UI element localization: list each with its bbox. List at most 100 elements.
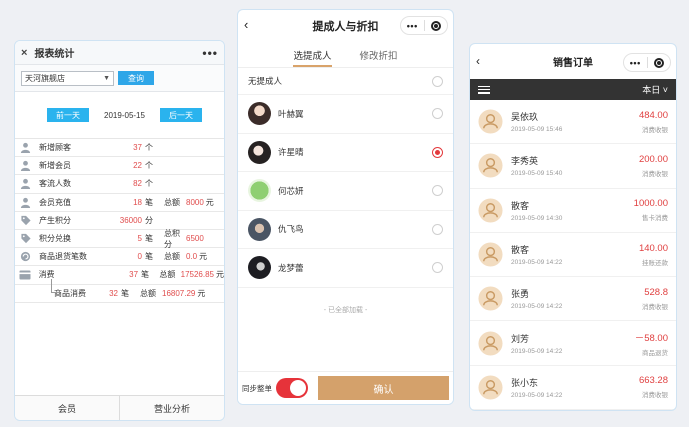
order-item[interactable]: 张小东 2019-05-09 14:22 663.28 消费收银 — [470, 366, 676, 410]
order-amount: －58.00 — [634, 332, 668, 344]
stat-value: 5 — [137, 234, 142, 244]
tab-modify-discount[interactable]: 修改折扣 — [360, 42, 398, 67]
order-type: 消费收银 — [642, 392, 668, 400]
close-target-icon[interactable] — [425, 20, 448, 31]
order-item[interactable]: 刘芳 2019-05-09 14:22 －58.00 商品退货 — [470, 321, 676, 366]
person-item[interactable]: 叶赫翼 — [238, 95, 453, 134]
order-amount: 200.00 — [638, 153, 668, 165]
report-footer: 会员 营业分析 — [15, 395, 224, 420]
stat-row: 会员充值 18 笔 总额 8000 元 — [15, 194, 224, 212]
prev-day-button[interactable]: 前一天 — [47, 108, 89, 122]
stat-label: 积分兑换 — [39, 234, 71, 244]
orders-header: ‹ 销售订单 ••• — [470, 44, 676, 79]
order-item[interactable]: 散客 2019-05-09 14:30 1000.00 售卡消费 — [470, 189, 676, 233]
tab-select-person[interactable]: 选提成人 — [293, 42, 332, 67]
order-time: 2019-05-09 15:40 — [511, 170, 563, 178]
menu-icon[interactable] — [478, 85, 490, 94]
footer-tab-business-analysis[interactable]: 营业分析 — [119, 396, 224, 420]
order-time: 2019-05-09 15:46 — [511, 126, 563, 134]
more-icon[interactable]: ••• — [202, 46, 218, 60]
commission-tabs: 选提成人 修改折扣 — [238, 42, 453, 68]
avatar-icon — [478, 153, 503, 178]
more-icon[interactable]: ••• — [624, 58, 647, 68]
next-day-button[interactable]: 后一天 — [159, 108, 202, 122]
footer-tab-member[interactable]: 会员 — [15, 396, 119, 420]
close-icon[interactable]: × — [21, 47, 27, 59]
customer-name: 张小东 — [511, 377, 539, 388]
order-item[interactable]: 李秀英 2019-05-09 15:40 200.00 消费收银 — [470, 144, 676, 189]
radio-button[interactable] — [432, 185, 443, 197]
person-name: 仇飞鸟 — [278, 224, 304, 235]
person-icon — [19, 142, 32, 154]
back-icon[interactable]: ‹ — [476, 54, 480, 68]
stat-row: 商品退货笔数 0 笔 总额 0.0 元 — [15, 248, 224, 267]
person-icon — [19, 178, 32, 190]
more-icon[interactable]: ••• — [401, 21, 424, 31]
stat-label: 会员充值 — [39, 197, 71, 207]
stat-label: 商品退货笔数 — [39, 252, 87, 262]
stat-unit: 笔 — [121, 288, 129, 298]
sync-order-toggle[interactable] — [276, 378, 308, 398]
stat-value: 36000 — [119, 215, 142, 225]
customer-name: 散客 — [511, 245, 530, 256]
stat-total-value: 8000 — [186, 197, 204, 207]
tag-icon — [19, 215, 32, 226]
order-item[interactable]: 吴依玖 2019-05-09 15:46 484.00 消费收银 — [470, 100, 676, 145]
close-target-icon[interactable] — [648, 57, 671, 68]
person-name: 龙梦蕾 — [278, 262, 304, 273]
order-amount: 484.00 — [638, 109, 668, 121]
report-header: × 报表统计 ••• — [15, 41, 224, 65]
radio-button[interactable] — [432, 262, 443, 274]
customer-name: 吴依玖 — [511, 112, 539, 123]
period-select[interactable]: 本日 ˅ — [642, 83, 668, 96]
person-name: 何芯妍 — [278, 185, 304, 196]
avatar — [248, 102, 271, 126]
person-item[interactable]: 仇飞鸟 — [238, 211, 453, 249]
stat-value: 0 — [137, 252, 142, 262]
customer-name: 刘芳 — [511, 333, 530, 344]
person-item[interactable]: 许星晴 — [238, 134, 453, 172]
report-panel: × 报表统计 ••• 天河旗舰店 ▼ 查询 前一天 2019-05-15 后一天… — [14, 40, 225, 421]
avatar-icon — [478, 286, 503, 311]
order-amount-block: －58.00 商品退货 — [635, 330, 668, 357]
loaded-all-text: - 已全部加载 - — [323, 306, 368, 314]
stat-total-unit: 元 — [216, 270, 224, 280]
person-list: 无提成人 叶赫翼许星晴何芯妍仇飞鸟龙梦蕾 — [238, 68, 453, 288]
order-item[interactable]: 散客 2019-05-09 14:22 140.00 挂账还款 — [470, 233, 676, 278]
order-info: 吴依玖 2019-05-09 15:46 — [511, 110, 639, 133]
order-amount-block: 1000.00 售卡消费 — [634, 198, 668, 222]
order-amount: 1000.00 — [633, 198, 668, 210]
order-item[interactable]: 张勇 2019-05-09 14:22 528.8 消费收银 — [470, 277, 676, 322]
stat-row: 新增顾客 37 个 — [15, 139, 224, 158]
commission-panel: ‹ 提成人与折扣 ••• 选提成人 修改折扣 无提成人 叶赫翼 许星晴 何芯妍 仇飞鸟… — [237, 9, 454, 405]
current-date: 2019-05-15 — [104, 110, 145, 120]
sync-order-label: 同步整单 — [242, 383, 272, 393]
person-item[interactable]: 何芯妍 — [238, 172, 453, 211]
stat-unit: 个 — [145, 161, 153, 171]
order-type: 消费收银 — [642, 170, 668, 178]
back-icon[interactable]: ‹ — [244, 17, 248, 32]
stat-value: 37 — [129, 270, 139, 280]
stat-total-label: 总额 — [159, 270, 176, 280]
radio-button[interactable] — [432, 223, 443, 235]
stat-value: 22 — [133, 161, 142, 171]
mini-program-capsule: ••• — [400, 16, 448, 35]
order-info: 张小东 2019-05-09 14:22 — [511, 376, 639, 399]
stat-unit: 个 — [145, 143, 153, 153]
order-amount-block: 528.8 消费收银 — [642, 287, 668, 311]
card-icon — [19, 269, 32, 280]
confirm-button[interactable]: 确认 — [318, 376, 449, 400]
list-item-no-person[interactable]: 无提成人 — [238, 68, 453, 95]
stat-row: 积分兑换 5 笔 总积分 6500 — [15, 229, 224, 249]
radio-button[interactable] — [432, 146, 443, 158]
radio-button[interactable] — [432, 108, 443, 120]
query-button[interactable]: 查询 — [118, 71, 154, 85]
stat-total-value: 17526.85 — [180, 270, 214, 280]
radio-button[interactable] — [432, 75, 443, 87]
order-amount: 140.00 — [638, 242, 668, 254]
store-select[interactable]: 天河旗舰店 ▼ — [21, 70, 114, 86]
person-item[interactable]: 龙梦蕾 — [238, 249, 453, 288]
stat-total-unit: 元 — [197, 288, 206, 298]
person-name: 许星晴 — [278, 147, 304, 158]
order-info: 刘芳 2019-05-09 14:22 — [511, 332, 635, 355]
